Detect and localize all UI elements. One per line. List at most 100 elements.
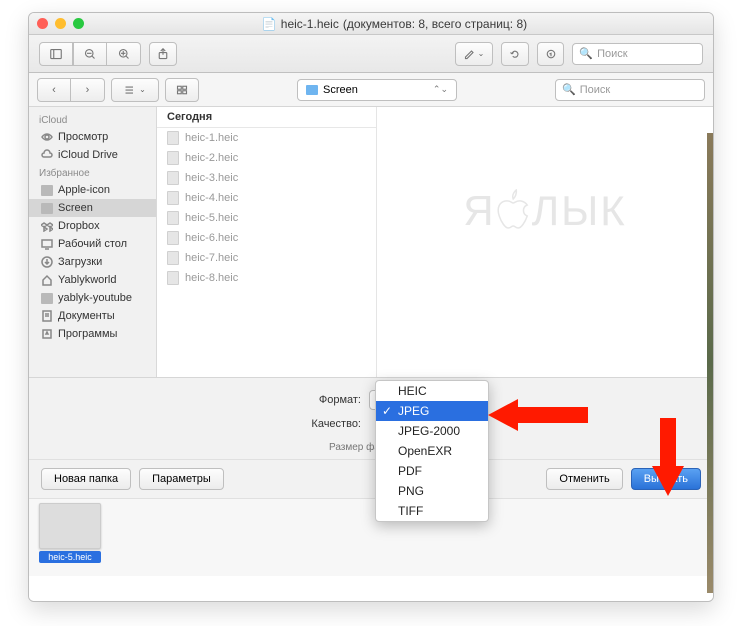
forward-button[interactable]: › <box>71 78 105 102</box>
download-icon <box>41 257 53 268</box>
file-row[interactable]: heic-6.heic <box>157 228 376 248</box>
file-row[interactable]: heic-5.heic <box>157 208 376 228</box>
options-button[interactable]: Параметры <box>139 468 224 490</box>
format-option-heic[interactable]: HEIC <box>376 381 488 401</box>
view-mode-button[interactable]: ⌄ <box>111 78 159 102</box>
file-icon <box>167 171 179 185</box>
titlebar: 📄 heic-1.heic (документов: 8, всего стра… <box>29 13 713 35</box>
file-icon <box>167 251 179 265</box>
folder-path-selector[interactable]: Screen ⌃⌄ <box>297 79 457 101</box>
sidebar-item-просмотр[interactable]: Просмотр <box>29 128 156 146</box>
file-list-column: Сегодня heic-1.heic heic-2.heic heic-3.hei… <box>157 107 377 377</box>
file-name: heic-3.heic <box>185 172 238 184</box>
sidebar-item-label: Screen <box>58 202 93 214</box>
sidebar-item-label: Программы <box>58 328 117 340</box>
sidebar-item-label: Просмотр <box>58 131 108 143</box>
sidebar-section-header: Избранное <box>29 164 156 181</box>
quality-label: Качество: <box>29 418 369 430</box>
close-window-button[interactable] <box>37 18 48 29</box>
folder-icon <box>41 185 53 196</box>
sidebar-item-программы[interactable]: Программы <box>29 325 156 343</box>
file-name: heic-1.heic <box>185 132 238 144</box>
file-row[interactable]: heic-8.heic <box>157 268 376 288</box>
save-dialog-window: 📄 heic-1.heic (документов: 8, всего стра… <box>28 12 714 602</box>
sidebar-item-label: iCloud Drive <box>58 149 118 161</box>
sidebar-item-label: Рабочий стол <box>58 238 127 250</box>
sidebar-section-header: iCloud <box>29 111 156 128</box>
file-row[interactable]: heic-3.heic <box>157 168 376 188</box>
format-option-png[interactable]: PNG <box>376 481 488 501</box>
rotate-button[interactable] <box>501 42 529 66</box>
preview-toolbar: ⌄ 🔍 Поиск <box>29 35 713 73</box>
sidebar-item-screen[interactable]: Screen <box>29 199 156 217</box>
format-option-jpeg-2000[interactable]: JPEG-2000 <box>376 421 488 441</box>
watermark: Я ЛЫК <box>463 187 627 235</box>
sidebar-item-документы[interactable]: Документы <box>29 307 156 325</box>
folder-icon <box>41 293 53 304</box>
file-name: heic-2.heic <box>185 152 238 164</box>
minimize-window-button[interactable] <box>55 18 66 29</box>
sidebar-item-dropbox[interactable]: Dropbox <box>29 217 156 235</box>
sidebar-item-yablyk-youtube[interactable]: yablyk-youtube <box>29 289 156 307</box>
doc-icon <box>41 311 53 322</box>
dialog-button-row: Новая папка Параметры Отменить Выбрать <box>29 459 713 498</box>
eye-icon <box>41 132 53 143</box>
sidebar-item-label: Dropbox <box>58 220 100 232</box>
file-row[interactable]: heic-4.heic <box>157 188 376 208</box>
file-name: heic-7.heic <box>185 252 238 264</box>
background-photo-edge <box>707 133 713 593</box>
sidebar-item-label: yablyk-youtube <box>58 292 132 304</box>
sidebar-toggle-button[interactable] <box>39 42 73 66</box>
sidebar-item-apple-icon[interactable]: Apple-icon <box>29 181 156 199</box>
annotation-arrow-left <box>488 395 588 435</box>
finder-sidebar: iCloud Просмотр iCloud Drive ИзбранноеApple… <box>29 107 157 377</box>
sidebar-item-icloud-drive[interactable]: iCloud Drive <box>29 146 156 164</box>
folder-icon <box>306 85 318 95</box>
file-name: heic-6.heic <box>185 232 238 244</box>
finder-search-field[interactable]: 🔍 Поиск <box>555 79 705 101</box>
window-controls <box>37 18 84 29</box>
thumbnail-label: heic-5.heic <box>39 551 101 563</box>
document-icon: 📄 <box>262 17 277 31</box>
sidebar-item-рабочий-стол[interactable]: Рабочий стол <box>29 235 156 253</box>
zoom-in-button[interactable] <box>107 42 141 66</box>
back-button[interactable]: ‹ <box>37 78 71 102</box>
dropbox-icon <box>41 221 53 232</box>
file-row[interactable]: heic-1.heic <box>157 128 376 148</box>
zoom-out-button[interactable] <box>73 42 107 66</box>
preview-pane: Я ЛЫК <box>377 107 713 377</box>
format-option-pdf[interactable]: PDF <box>376 461 488 481</box>
sidebar-item-yablykworld[interactable]: Yablykworld <box>29 271 156 289</box>
search-icon: 🔍 <box>562 83 576 96</box>
sidebar-item-загрузки[interactable]: Загрузки <box>29 253 156 271</box>
chevron-updown-icon: ⌃⌄ <box>433 84 448 95</box>
format-label: Формат: <box>29 394 369 406</box>
format-option-tiff[interactable]: TIFF <box>376 501 488 521</box>
new-folder-button[interactable]: Новая папка <box>41 468 131 490</box>
cancel-button[interactable]: Отменить <box>546 468 622 490</box>
file-icon <box>167 231 179 245</box>
group-button[interactable] <box>165 78 199 102</box>
file-icon <box>167 131 179 145</box>
markup-button[interactable]: ⌄ <box>455 42 494 66</box>
file-group-header: Сегодня <box>157 107 376 128</box>
desktop-icon <box>41 239 53 250</box>
sidebar-item-label: Загрузки <box>58 256 102 268</box>
folder-icon <box>41 203 53 214</box>
file-name: heic-5.heic <box>185 212 238 224</box>
file-name: heic-4.heic <box>185 192 238 204</box>
format-dropdown-menu: HEICJPEGJPEG-2000OpenEXRPDFPNGTIFF <box>375 380 489 522</box>
export-options-panel: Формат: Качество: Размер файла: HEICJPEG… <box>29 377 713 459</box>
format-option-openexr[interactable]: OpenEXR <box>376 441 488 461</box>
file-row[interactable]: heic-7.heic <box>157 248 376 268</box>
thumbnail-strip: heic-5.heic <box>29 498 713 576</box>
format-option-jpeg[interactable]: JPEG <box>376 401 488 421</box>
file-row[interactable]: heic-2.heic <box>157 148 376 168</box>
edit-toolbar-button[interactable] <box>537 42 565 66</box>
thumbnail-item[interactable]: heic-5.heic <box>39 503 101 563</box>
share-button[interactable] <box>149 42 177 66</box>
search-icon: 🔍 <box>579 47 593 60</box>
file-name: heic-8.heic <box>185 272 238 284</box>
zoom-window-button[interactable] <box>73 18 84 29</box>
preview-search-field[interactable]: 🔍 Поиск <box>572 43 703 65</box>
